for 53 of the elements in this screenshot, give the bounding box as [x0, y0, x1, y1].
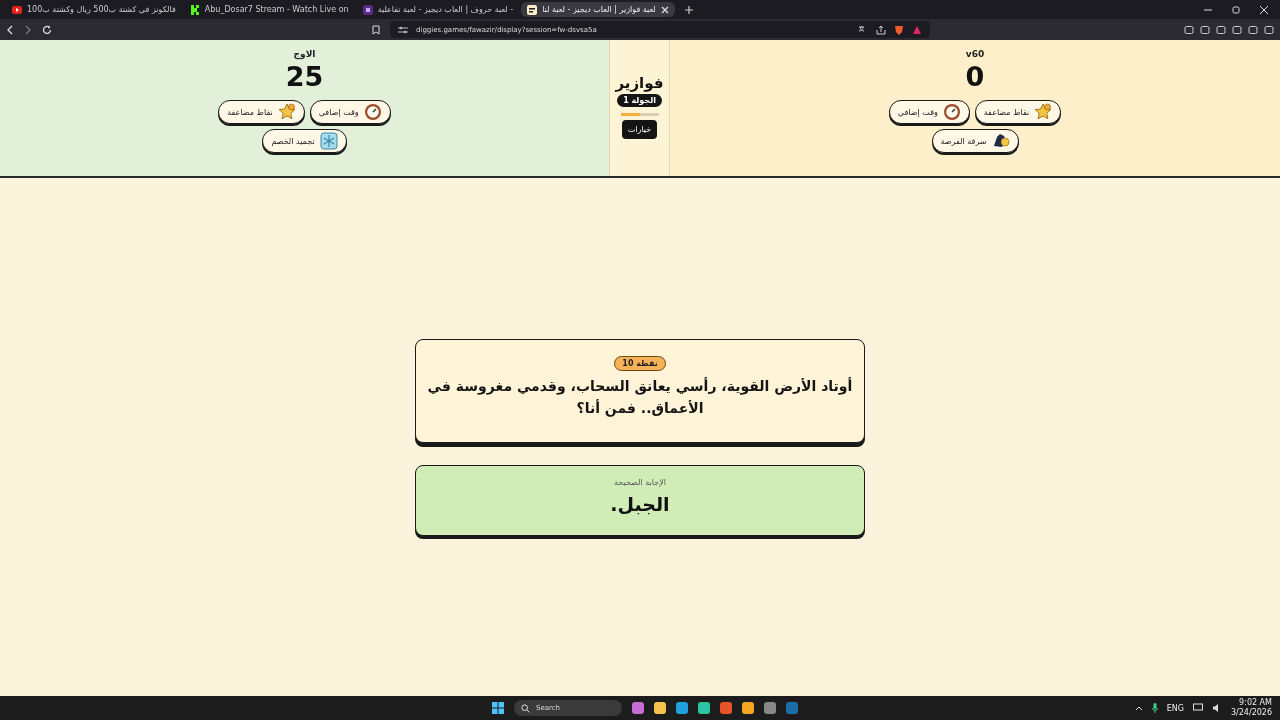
close-icon[interactable] — [1260, 5, 1268, 14]
powerup-button[interactable]: سرقة الفرصة — [931, 129, 1019, 153]
browser-tab[interactable]: لعبة فوازير | العاب ديجيز - لعبة لنا — [521, 2, 675, 17]
team-name: v60 — [965, 49, 985, 59]
new-tab-icon[interactable] — [684, 5, 693, 14]
game-thumbnail-icon — [362, 4, 373, 15]
star-icon — [1034, 103, 1053, 121]
question-text: أوتاد الأرض القوية، رأسي يعانق السحاب، وقدمي مغروسة في الأعماق.. فمن أنا؟ — [426, 376, 854, 419]
options-button[interactable]: خيارات — [621, 120, 658, 139]
powerup-button[interactable]: نقاط مضاعفة — [218, 100, 305, 124]
points-badge: 10 نقطة — [614, 355, 666, 371]
tab-title: لعبة فوازير | العاب ديجيز - لعبة لنا — [542, 5, 656, 14]
snowflake-icon — [319, 132, 338, 150]
windows-logo-icon[interactable] — [492, 702, 504, 714]
team-score: 0 — [965, 61, 985, 92]
triangle-icon[interactable] — [912, 24, 922, 35]
star-icon — [277, 103, 296, 121]
powerup-button[interactable]: وقت إضافي — [888, 100, 970, 124]
powerup-button[interactable]: وقت إضافي — [309, 100, 391, 124]
hand-coin-icon — [991, 132, 1010, 150]
back-icon[interactable] — [6, 24, 14, 35]
reload-icon[interactable] — [42, 24, 52, 35]
browser-tab[interactable]: فالكونز في كشتة ب500 ريال وكشتة ب100 — [6, 2, 182, 17]
tab-title: لعبة حروف | العاب ديجيز - لعبة تفاعلية - — [377, 5, 514, 14]
clock-time[interactable]: 9:02 AM — [1239, 698, 1272, 708]
tab-title: Abu_Dosar7 Stream - Watch Live on — [204, 5, 349, 14]
powerup-button[interactable]: تجميد الخصم — [262, 129, 347, 153]
close-icon[interactable] — [660, 5, 669, 14]
k-logo-icon — [189, 4, 200, 15]
browser-tab[interactable]: Abu_Dosar7 Stream - Watch Live on — [183, 2, 355, 17]
team-name: الاوج — [293, 49, 316, 59]
answer-label: الإجابة الصحيحة — [614, 477, 666, 487]
powerup-button[interactable]: نقاط مضاعفة — [974, 100, 1062, 124]
team-score: 25 — [285, 61, 324, 92]
browser-tab[interactable]: لعبة حروف | العاب ديجيز - لعبة تفاعلية - — [356, 2, 520, 17]
clock-date[interactable]: 3/24/2026 — [1230, 708, 1272, 718]
search-icon — [521, 703, 530, 713]
round-badge: الجولة 1 — [617, 94, 662, 107]
microphone-icon[interactable] — [1151, 703, 1158, 713]
site-settings-icon[interactable] — [398, 25, 408, 34]
restore-icon[interactable] — [1232, 5, 1240, 14]
page-favicon-icon — [527, 4, 538, 15]
forward-icon[interactable] — [24, 24, 32, 35]
share-icon[interactable] — [876, 24, 886, 35]
game-title: فوازير — [615, 74, 664, 92]
clock-icon — [363, 103, 382, 121]
answer-text: الجبل. — [610, 492, 670, 515]
chevron-up-icon[interactable] — [1134, 705, 1143, 711]
bookmark-icon[interactable] — [372, 24, 380, 35]
clock-icon — [942, 103, 961, 121]
tab-title: فالكونز في كشتة ب500 ريال وكشتة ب100 — [27, 5, 176, 14]
play-icon — [12, 4, 22, 15]
language-indicator[interactable]: ENG — [1166, 703, 1184, 713]
